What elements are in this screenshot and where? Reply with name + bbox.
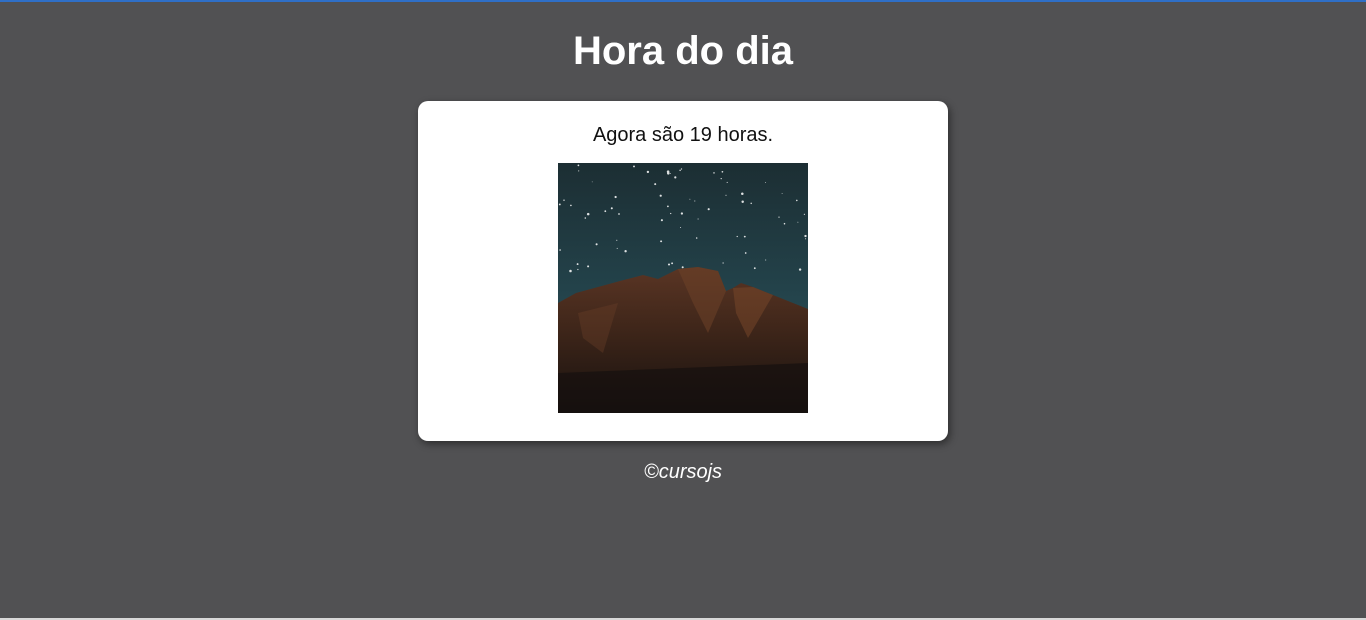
- page-footer: ©cursojs: [0, 460, 1366, 484]
- footer-credit: ©cursojs: [643, 461, 723, 483]
- night-landscape-image: [558, 163, 808, 413]
- top-accent-line: [0, 0, 1366, 2]
- page-title: Hora do dia: [572, 29, 794, 73]
- time-card: Agora são 19 horas.: [418, 101, 948, 441]
- time-message: Agora são 19 horas.: [592, 124, 774, 146]
- page-header: Hora do dia: [0, 0, 1366, 75]
